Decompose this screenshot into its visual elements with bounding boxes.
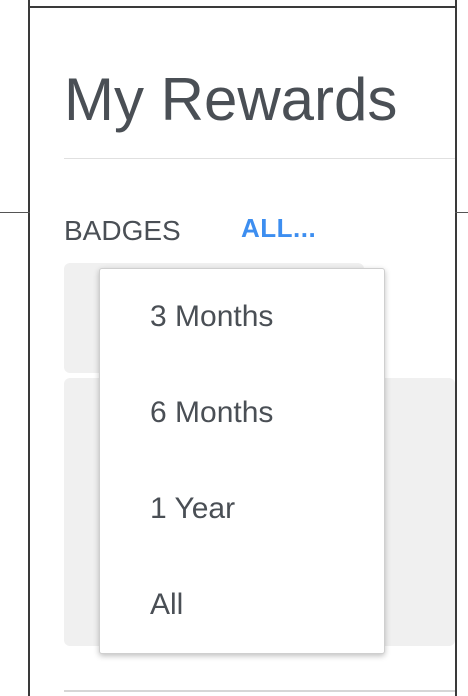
frame-border-right [455,0,457,696]
rewards-screen: My Rewards BADGES ALL... 3 Months 6 Mont… [0,0,468,696]
page-title: My Rewards [64,66,398,133]
title-divider [64,158,455,159]
menu-option-1-year[interactable]: 1 Year [100,461,384,557]
bottom-divider [64,690,455,692]
frame-border-left [28,0,30,696]
badges-tab[interactable]: BADGES [64,214,181,248]
menu-option-6-months[interactable]: 6 Months [100,365,384,461]
frame-border-top [28,6,457,8]
time-filter-menu: 3 Months 6 Months 1 Year All [99,268,385,654]
filter-dropdown-trigger[interactable]: ALL... [241,211,316,245]
connector-line-left [0,212,30,213]
connector-line-right [455,212,468,213]
menu-option-3-months[interactable]: 3 Months [100,269,384,365]
menu-option-all[interactable]: All [100,557,384,653]
